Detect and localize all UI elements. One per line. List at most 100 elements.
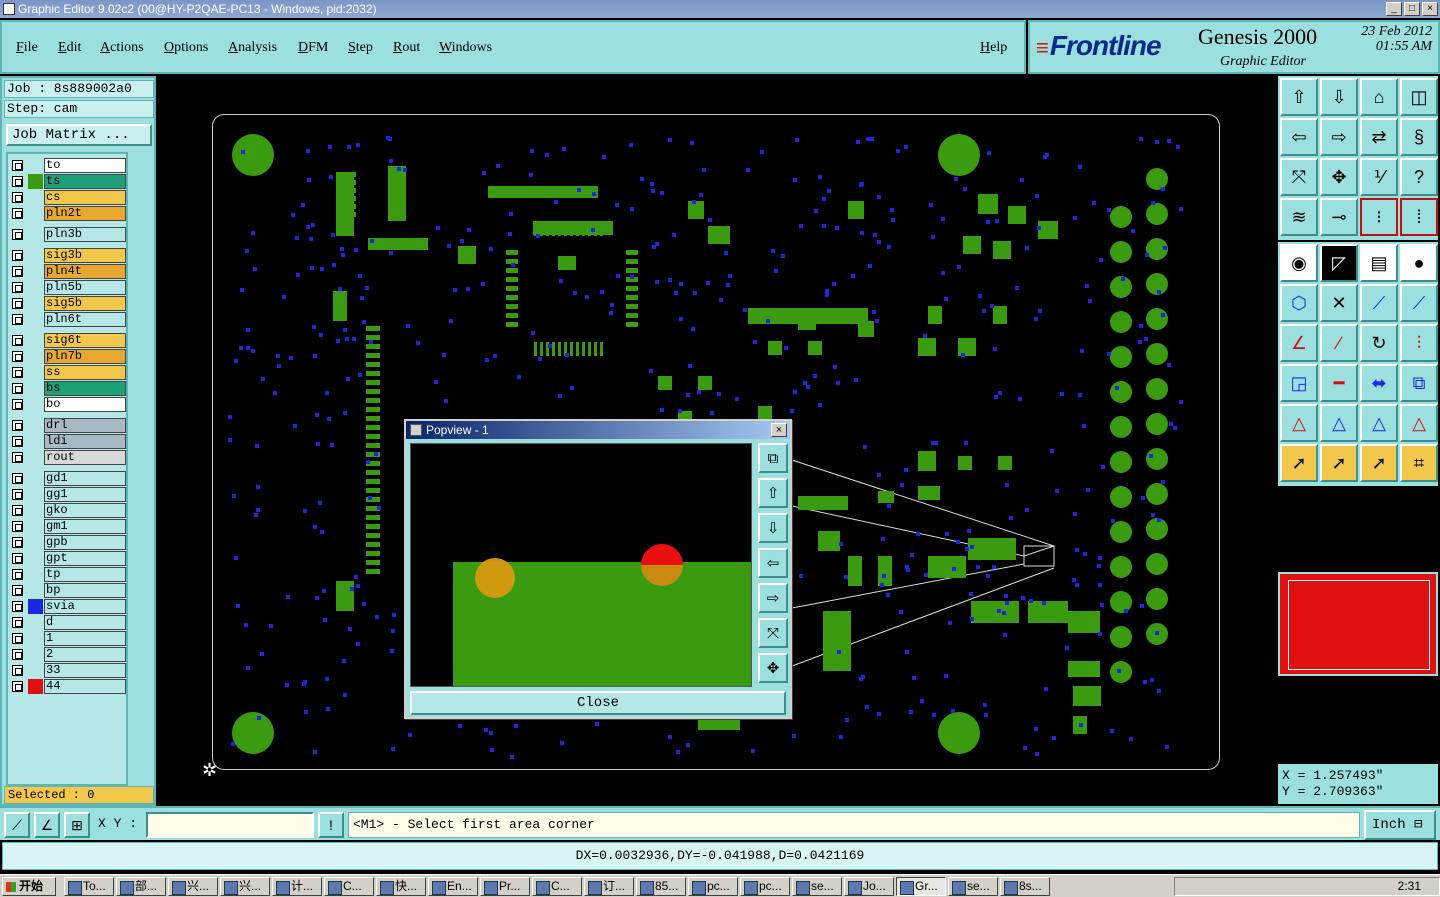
layer-color-swatch[interactable] <box>28 535 43 550</box>
pad-icon[interactable]: ● <box>1400 244 1438 282</box>
layer-name[interactable]: 33 <box>44 663 126 678</box>
popview-close-icon[interactable]: × <box>771 423 787 437</box>
layer-name[interactable]: pln4t <box>44 264 126 279</box>
slash-icon[interactable]: ∕ <box>1320 324 1358 362</box>
home-icon[interactable]: ⌂ <box>1360 78 1398 116</box>
layer-checkbox[interactable] <box>12 250 23 261</box>
layer-name[interactable]: pln6t <box>44 312 126 327</box>
layer-row-sig5b[interactable]: sig5b <box>10 296 126 311</box>
layer-checkbox[interactable] <box>12 282 23 293</box>
layer-checkbox[interactable] <box>12 420 23 431</box>
layer-color-swatch[interactable] <box>28 487 43 502</box>
layer-name[interactable]: pln3b <box>44 227 126 242</box>
layer-row-gm1[interactable]: gm1 <box>10 519 126 534</box>
layer-checkbox[interactable] <box>12 351 23 362</box>
layer-color-swatch[interactable] <box>28 471 43 486</box>
layer-row-ts[interactable]: ts <box>10 174 126 189</box>
layer-row-cs[interactable]: cs <box>10 190 126 205</box>
popview-pan-down-icon[interactable]: ⇩ <box>758 513 788 543</box>
layer-row-bo[interactable]: bo <box>10 397 126 412</box>
layer-row-gpb[interactable]: gpb <box>10 535 126 550</box>
layer-row-ldi[interactable]: ldi <box>10 434 126 449</box>
layer-color-swatch[interactable] <box>28 206 43 221</box>
layer-checkbox[interactable] <box>12 617 23 628</box>
pan-left-icon[interactable]: ⇦ <box>1280 118 1318 156</box>
net-icon[interactable]: ⬡ <box>1280 284 1318 322</box>
info-icon[interactable]: ! <box>318 812 344 838</box>
taskbar-item[interactable]: Gr... <box>896 877 946 896</box>
layer-row-drl[interactable]: drl <box>10 418 126 433</box>
layer-checkbox[interactable] <box>12 176 23 187</box>
layer-checkbox[interactable] <box>12 585 23 596</box>
layer-checkbox[interactable] <box>12 314 23 325</box>
layer-row-sig6t[interactable]: sig6t <box>10 333 126 348</box>
settings-icon[interactable]: ≋ <box>1280 198 1318 236</box>
layer-color-swatch[interactable] <box>28 296 43 311</box>
swap-icon[interactable]: ⇄ <box>1360 118 1398 156</box>
popview-close-button[interactable]: Close <box>410 691 786 715</box>
layer-name[interactable]: pln7b <box>44 349 126 364</box>
menu-options[interactable]: Options <box>164 40 208 56</box>
layer-row-to[interactable]: to <box>10 158 126 173</box>
layer-name[interactable]: ldi <box>44 434 126 449</box>
layer-checkbox[interactable] <box>12 537 23 548</box>
layer-checkbox[interactable] <box>12 266 23 277</box>
snake-icon[interactable]: § <box>1400 118 1438 156</box>
layer-row-pln5b[interactable]: pln5b <box>10 280 126 295</box>
layer-row-gko[interactable]: gko <box>10 503 126 518</box>
layer-name[interactable]: 1 <box>44 631 126 646</box>
popview-zoom-window-icon[interactable]: ⧉ <box>758 443 788 473</box>
layer-row-sig3b[interactable]: sig3b <box>10 248 126 263</box>
probe-icon[interactable]: ⊸ <box>1320 198 1358 236</box>
start-button[interactable]: 开始 <box>2 877 56 896</box>
layer-row-gpt[interactable]: gpt <box>10 551 126 566</box>
menu-actions[interactable]: Actions <box>100 40 144 56</box>
layer-checkbox[interactable] <box>12 473 23 484</box>
triangle-1-icon[interactable]: △ <box>1280 404 1318 442</box>
taskbar-item[interactable]: pc... <box>740 877 790 896</box>
layer-checkbox[interactable] <box>12 505 23 516</box>
maximize-button[interactable]: □ <box>1404 2 1420 16</box>
layer-checkbox[interactable] <box>12 229 23 240</box>
layer-color-swatch[interactable] <box>28 349 43 364</box>
pointer-3-icon[interactable]: ➚ <box>1360 444 1398 482</box>
layer-color-swatch[interactable] <box>28 434 43 449</box>
line-icon[interactable]: ⟋ <box>1360 284 1398 322</box>
layer-row-tp[interactable]: tp <box>10 567 126 582</box>
layer-color-swatch[interactable] <box>28 381 43 396</box>
layer-name[interactable]: drl <box>44 418 126 433</box>
taskbar-item[interactable]: 85... <box>636 877 686 896</box>
layer-color-swatch[interactable] <box>28 450 43 465</box>
layer-color-swatch[interactable] <box>28 264 43 279</box>
grid-mode-icon[interactable]: ⊞ <box>64 812 90 838</box>
layer-name[interactable]: gg1 <box>44 487 126 502</box>
layer-color-swatch[interactable] <box>28 190 43 205</box>
layer-row-ss[interactable]: ss <box>10 365 126 380</box>
layer-color-swatch[interactable] <box>28 158 43 173</box>
triangle-2-icon[interactable]: △ <box>1320 404 1358 442</box>
layer-color-swatch[interactable] <box>28 663 43 678</box>
layer-color-swatch[interactable] <box>28 551 43 566</box>
job-matrix-button[interactable]: Job Matrix ... <box>6 124 152 146</box>
unit-selector[interactable]: Inch ⊟ <box>1364 810 1436 840</box>
layer-checkbox[interactable] <box>12 399 23 410</box>
layer-scrollbar[interactable] <box>130 152 152 786</box>
pointer-2-icon[interactable]: ➚ <box>1320 444 1358 482</box>
layer-name[interactable]: gko <box>44 503 126 518</box>
layer-checkbox[interactable] <box>12 208 23 219</box>
layer-name[interactable]: sig5b <box>44 296 126 311</box>
ruler-icon[interactable]: ▤ <box>1360 244 1398 282</box>
xy-input[interactable] <box>146 812 314 838</box>
layer-checkbox[interactable] <box>12 569 23 580</box>
layer-color-swatch[interactable] <box>28 227 43 242</box>
cross-icon[interactable]: ✕ <box>1320 284 1358 322</box>
align-icon[interactable]: ⫶ <box>1400 324 1438 362</box>
taskbar-item[interactable]: Pr... <box>480 877 530 896</box>
layer-checkbox[interactable] <box>12 436 23 447</box>
copy-icon[interactable]: ⧉ <box>1400 364 1438 402</box>
layer-checkbox[interactable] <box>12 160 23 171</box>
layer-checkbox[interactable] <box>12 367 23 378</box>
layer-checkbox[interactable] <box>12 335 23 346</box>
pointer-4-icon[interactable]: ⌗ <box>1400 444 1438 482</box>
layer-name[interactable]: ss <box>44 365 126 380</box>
